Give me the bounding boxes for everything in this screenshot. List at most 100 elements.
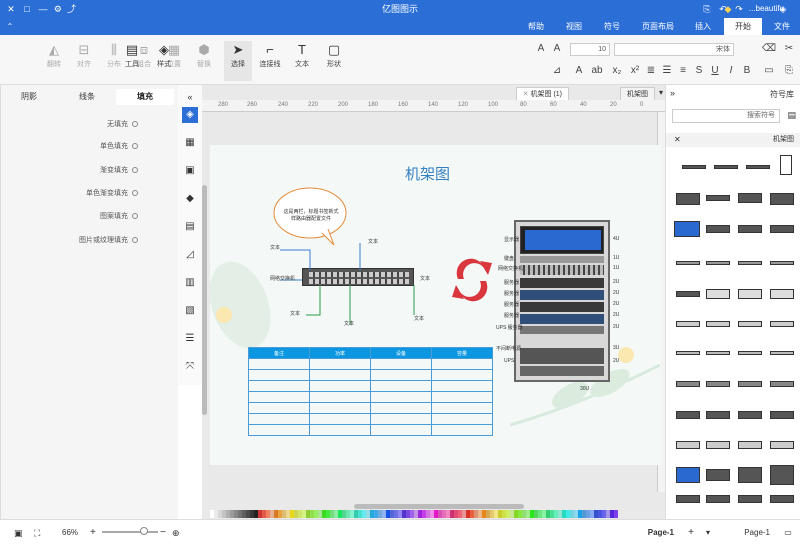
table-cell[interactable] bbox=[309, 413, 371, 425]
font-shrink-icon[interactable]: A bbox=[534, 43, 548, 54]
chart-icon[interactable]: ◿ bbox=[182, 247, 198, 263]
horizontal-scrollbar[interactable] bbox=[354, 504, 524, 509]
connector-button[interactable]: ⌐ 连接线 bbox=[256, 41, 284, 81]
rack-symbol[interactable] bbox=[738, 193, 762, 203]
rack-symbol[interactable] bbox=[676, 193, 700, 205]
rack-symbol[interactable] bbox=[770, 495, 794, 503]
switch-label[interactable]: 网络交换机 bbox=[270, 275, 295, 282]
table-cell[interactable] bbox=[309, 402, 371, 414]
rack-symbol[interactable] bbox=[676, 291, 700, 297]
rack-symbol[interactable] bbox=[770, 193, 794, 205]
replace-button[interactable]: ⬢ 替换 bbox=[190, 41, 218, 81]
rack-symbol[interactable] bbox=[738, 441, 762, 449]
menu-help[interactable]: 帮助 bbox=[518, 18, 554, 35]
rack-symbol[interactable] bbox=[738, 225, 762, 233]
expand-icon[interactable]: ⤧ bbox=[182, 359, 198, 375]
tab-fill[interactable]: 填充 bbox=[116, 89, 174, 105]
label-text[interactable]: 文本 bbox=[368, 238, 378, 245]
table-cell[interactable] bbox=[248, 424, 310, 436]
maximize-icon[interactable]: □ bbox=[20, 0, 34, 18]
rack-symbol[interactable] bbox=[706, 289, 730, 299]
bullets-icon[interactable]: ☰ bbox=[660, 65, 674, 76]
refresh-icon[interactable] bbox=[450, 253, 494, 305]
list-icon[interactable]: ≡ bbox=[676, 65, 690, 76]
collapse-panel-icon[interactable]: » bbox=[182, 89, 198, 105]
label-text[interactable]: 文本 bbox=[270, 244, 280, 251]
rack-symbol[interactable] bbox=[770, 321, 794, 327]
paste-icon[interactable]: ✂ bbox=[782, 43, 796, 54]
format-icon[interactable]: ☰ bbox=[182, 331, 198, 347]
table-cell[interactable] bbox=[431, 402, 493, 414]
table-header-cell[interactable]: 功率 bbox=[309, 347, 371, 359]
rack-symbol[interactable] bbox=[706, 469, 730, 481]
rack-symbol[interactable] bbox=[706, 381, 730, 387]
font-size-select[interactable]: 10 bbox=[570, 43, 610, 56]
page-icon[interactable]: ▤ bbox=[182, 219, 198, 235]
page-list-icon[interactable]: ▭ bbox=[782, 527, 794, 539]
table-cell[interactable] bbox=[431, 358, 493, 370]
fullscreen-icon[interactable]: ▣ bbox=[14, 527, 23, 539]
align-button[interactable]: ⊟ 对齐 bbox=[70, 41, 98, 81]
shape-button[interactable]: ▢ 形状 bbox=[320, 41, 348, 81]
table-cell[interactable] bbox=[248, 380, 310, 392]
underline-icon[interactable]: U bbox=[708, 65, 722, 76]
data-table[interactable]: 备注 功率 设备 容量 bbox=[248, 347, 493, 436]
rack-symbol[interactable] bbox=[770, 381, 794, 387]
fill-option-solid[interactable]: 单色填充 bbox=[100, 141, 138, 151]
table-cell[interactable] bbox=[248, 402, 310, 414]
settings-icon[interactable]: ⚙ bbox=[50, 0, 62, 18]
diagram-page[interactable]: 机架图 这是两栏，标题书签新式样路由器配置文件 文本 文本 网络交换机 文本 文… bbox=[210, 145, 661, 465]
table-cell[interactable] bbox=[431, 413, 493, 425]
close-icon[interactable]: ✕ bbox=[4, 0, 18, 18]
collapse-ribbon-icon[interactable]: ⌃ bbox=[4, 18, 16, 35]
rack-symbol[interactable] bbox=[770, 289, 794, 299]
tab-line[interactable]: 线条 bbox=[58, 89, 116, 105]
table-cell[interactable] bbox=[370, 391, 432, 403]
table-cell[interactable] bbox=[370, 424, 432, 436]
font-family-select[interactable]: 宋体 bbox=[614, 43, 734, 56]
library-menu-icon[interactable]: ▤ bbox=[787, 110, 796, 121]
flip-button[interactable]: ◭ 翻转 bbox=[40, 41, 68, 81]
save-icon[interactable]: ⎘ bbox=[700, 0, 714, 18]
font-grow-icon[interactable]: A bbox=[550, 43, 564, 54]
rack-symbol[interactable] bbox=[738, 351, 762, 355]
rack-symbol[interactable] bbox=[676, 467, 700, 483]
rack-symbol[interactable] bbox=[682, 165, 706, 169]
zoom-slider[interactable] bbox=[102, 531, 158, 533]
server-rack[interactable] bbox=[514, 220, 610, 382]
layers-icon[interactable]: ◆ bbox=[182, 191, 198, 207]
rack-symbol[interactable] bbox=[738, 289, 762, 299]
rack-symbol[interactable] bbox=[738, 467, 762, 483]
subscript-icon[interactable]: x₂ bbox=[610, 65, 624, 76]
rack-symbol[interactable] bbox=[674, 221, 700, 237]
label-text[interactable]: 文本 bbox=[414, 315, 424, 322]
rack-symbol[interactable] bbox=[770, 465, 794, 485]
grid-icon[interactable]: ▦ bbox=[182, 135, 198, 151]
page-dropdown-icon[interactable]: ▾ bbox=[706, 527, 710, 539]
close-tab-icon[interactable]: ✕ bbox=[523, 91, 529, 98]
rack-symbol[interactable] bbox=[738, 321, 762, 327]
rack-symbol[interactable] bbox=[706, 261, 730, 265]
table-cell[interactable] bbox=[370, 369, 432, 381]
menu-insert[interactable]: 插入 bbox=[684, 18, 722, 35]
highlight-icon[interactable]: ⊿ bbox=[550, 65, 564, 76]
fill-option-pattern[interactable]: 图案填充 bbox=[100, 211, 138, 221]
tab-menu-icon[interactable]: ▾ bbox=[659, 88, 663, 97]
rack-symbol[interactable] bbox=[676, 321, 700, 327]
vip-icon[interactable]: ◆ bbox=[720, 0, 736, 18]
fill-option-none[interactable]: 无填充 bbox=[107, 119, 138, 129]
menu-home[interactable]: 开始 bbox=[724, 18, 762, 35]
table-cell[interactable] bbox=[309, 391, 371, 403]
label-text[interactable]: 文本 bbox=[290, 310, 300, 317]
table-cell[interactable] bbox=[248, 369, 310, 381]
table-cell[interactable] bbox=[309, 358, 371, 370]
table-cell[interactable] bbox=[309, 424, 371, 436]
rack-symbol[interactable] bbox=[738, 411, 762, 419]
rack-symbol[interactable] bbox=[770, 351, 794, 355]
table-cell[interactable] bbox=[370, 380, 432, 392]
tab-shadow[interactable]: 阴影 bbox=[0, 89, 58, 105]
table-cell[interactable] bbox=[370, 358, 432, 370]
format-painter-icon[interactable]: ⌫ bbox=[762, 43, 776, 54]
table-cell[interactable] bbox=[370, 413, 432, 425]
close-section-icon[interactable]: ✕ bbox=[674, 135, 681, 144]
